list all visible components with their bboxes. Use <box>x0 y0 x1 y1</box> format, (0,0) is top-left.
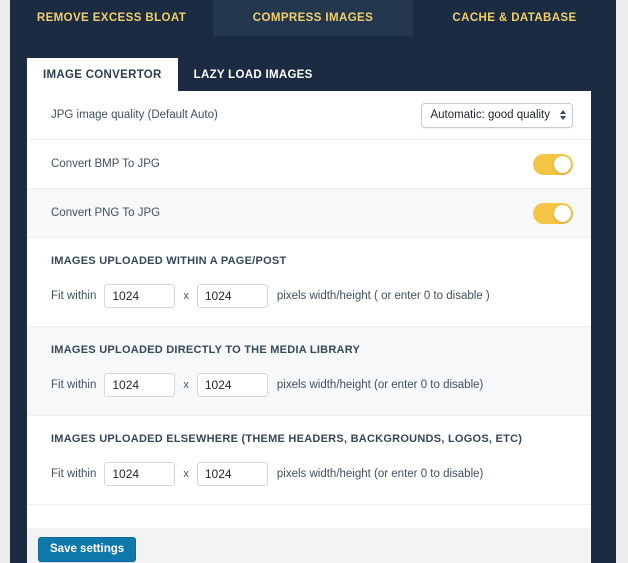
nav-tab-remove-excess-bloat[interactable]: REMOVE EXCESS BLOAT <box>10 0 213 36</box>
fit-height-input[interactable] <box>196 373 268 397</box>
fit-within-label: Fit within <box>51 379 97 391</box>
settings-panel: JPG image quality (Default Auto) Automat… <box>27 91 591 528</box>
fit-within-row: Fit within x pixels width/height (or ent… <box>51 373 567 397</box>
fit-height-input[interactable] <box>196 462 268 486</box>
panel-footer: Save settings <box>27 528 591 563</box>
convert-bmp-control <box>533 153 573 175</box>
jpg-quality-selected-value: Automatic: good quality <box>430 109 550 121</box>
section-title: IMAGES UPLOADED DIRECTLY TO THE MEDIA LI… <box>51 344 361 356</box>
fit-suffix-text: pixels width/height (or enter 0 to disab… <box>276 379 484 391</box>
section-images-elsewhere: IMAGES UPLOADED ELSEWHERE (THEME HEADERS… <box>27 416 591 505</box>
jpg-quality-select[interactable]: Automatic: good quality <box>421 102 573 128</box>
jpg-quality-label: JPG image quality (Default Auto) <box>51 109 218 121</box>
convert-png-label: Convert PNG To JPG <box>51 207 161 219</box>
fit-suffix-text: pixels width/height (or enter 0 to disab… <box>276 468 484 480</box>
fit-width-input[interactable] <box>104 284 176 308</box>
nav-tab-cache-and-database[interactable]: CACHE & DATABASE <box>413 0 616 36</box>
section-images-media-library: IMAGES UPLOADED DIRECTLY TO THE MEDIA LI… <box>27 327 591 416</box>
jpg-quality-control: Automatic: good quality <box>421 102 573 128</box>
nav-tab-compress-images[interactable]: COMPRESS IMAGES <box>213 0 413 36</box>
fit-within-row: Fit within x pixels width/height (or ent… <box>51 462 567 486</box>
dimension-separator: x <box>183 468 189 480</box>
tab-label: LAZY LOAD IMAGES <box>193 68 313 81</box>
fit-width-input[interactable] <box>104 462 176 486</box>
dimension-separator: x <box>183 379 189 391</box>
section-title: IMAGES UPLOADED WITHIN A PAGE/POST <box>51 255 287 267</box>
convert-png-control <box>533 202 573 224</box>
section-images-in-page-post: IMAGES UPLOADED WITHIN A PAGE/POST Fit w… <box>27 238 591 327</box>
fit-within-row: Fit within x pixels width/height ( or en… <box>51 284 567 308</box>
tab-label: IMAGE CONVERTOR <box>43 68 162 81</box>
convert-bmp-label: Convert BMP To JPG <box>51 158 160 170</box>
fit-width-input[interactable] <box>104 373 176 397</box>
setting-row-convert-png: Convert PNG To JPG <box>27 189 591 238</box>
fit-within-label: Fit within <box>51 290 97 302</box>
fit-suffix-text: pixels width/height ( or enter 0 to disa… <box>276 290 490 302</box>
stepper-arrows-icon <box>560 110 566 120</box>
nav-tab-label: COMPRESS IMAGES <box>252 12 374 24</box>
nav-tab-label: CACHE & DATABASE <box>452 12 577 24</box>
setting-row-convert-bmp: Convert BMP To JPG <box>27 140 591 189</box>
section-title: IMAGES UPLOADED ELSEWHERE (THEME HEADERS… <box>51 433 523 445</box>
nav-tab-label: REMOVE EXCESS BLOAT <box>36 12 187 24</box>
convert-bmp-toggle[interactable] <box>533 153 573 175</box>
plugin-settings-screen: REMOVE EXCESS BLOAT COMPRESS IMAGES CACH… <box>0 0 628 563</box>
save-settings-button[interactable]: Save settings <box>38 537 137 562</box>
toggle-knob <box>554 155 571 173</box>
primary-nav: REMOVE EXCESS BLOAT COMPRESS IMAGES CACH… <box>10 0 616 36</box>
fit-within-label: Fit within <box>51 468 97 480</box>
tab-lazy-load-images[interactable]: LAZY LOAD IMAGES <box>178 58 329 91</box>
toggle-knob <box>554 204 571 222</box>
tab-image-convertor[interactable]: IMAGE CONVERTOR <box>27 58 178 91</box>
secondary-tabs: IMAGE CONVERTOR LAZY LOAD IMAGES <box>27 58 591 91</box>
fit-height-input[interactable] <box>196 284 268 308</box>
convert-png-toggle[interactable] <box>533 202 573 224</box>
setting-row-jpg-quality: JPG image quality (Default Auto) Automat… <box>27 91 591 140</box>
dimension-separator: x <box>183 290 189 302</box>
